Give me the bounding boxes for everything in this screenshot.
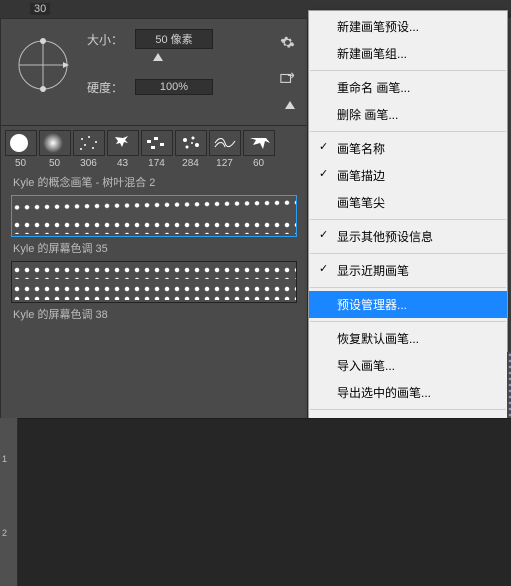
menu-rename[interactable]: 重命名 画笔... [309,74,507,101]
menu-separator [310,219,506,220]
stroke-caption: Kyle 的屏幕色调 35 [11,237,297,259]
menu-new-group[interactable]: 新建画笔组... [309,40,507,67]
menu-delete[interactable]: 删除 画笔... [309,101,507,128]
menu-brush-tip[interactable]: 画笔笔尖 [309,189,507,216]
vertical-ruler: 1 2 [0,418,18,586]
menu-separator [310,321,506,322]
brush-thumb-row: 50 50 306 43 174 284 127 60 [1,125,307,169]
menu-import[interactable]: 导入画笔... [309,352,507,379]
hardness-value[interactable]: 100% [135,79,213,95]
brush-thumb[interactable]: 60 [242,130,275,169]
size-value[interactable]: 50 像素 [135,29,213,49]
menu-preset-manager[interactable]: 预设管理器... [309,291,507,318]
brush-thumb[interactable]: 127 [208,130,241,169]
brush-panel: 大小： 50 像素 硬度： 100% 50 [0,18,308,428]
brush-angle-preview[interactable] [11,33,75,97]
hardness-label: 硬度： [83,79,123,96]
brush-thumb[interactable]: 306 [72,130,105,169]
menu-separator [310,131,506,132]
menu-separator [310,287,506,288]
menu-export[interactable]: 导出选中的画笔... [309,379,507,406]
arrow-icon[interactable] [277,69,297,87]
right-dotted-strip [507,352,511,422]
brush-thumb[interactable]: 50 [4,130,37,169]
menu-separator [310,70,506,71]
menu-new-preset[interactable]: 新建画笔预设... [309,13,507,40]
menu-separator [310,409,506,410]
brush-thumb[interactable]: 43 [106,130,139,169]
hardness-slider[interactable] [135,101,293,115]
brush-thumb[interactable]: 284 [174,130,207,169]
menu-show-info[interactable]: 显示其他预设信息 [309,223,507,250]
menu-brush-stroke[interactable]: 画笔描边 [309,162,507,189]
stroke-caption: Kyle 的屏幕色调 38 [11,303,297,325]
canvas-area[interactable] [18,418,511,586]
brush-thumb[interactable]: 174 [140,130,173,169]
gear-icon[interactable] [277,33,297,51]
stroke-caption-prev: Kyle 的概念画笔 - 树叶混合 2 [11,171,297,193]
brush-stroke-list: Kyle 的概念画笔 - 树叶混合 2 Kyle 的屏幕色调 35 Kyle 的… [1,169,307,327]
size-slider[interactable] [135,53,293,67]
brush-thumb[interactable]: 50 [38,130,71,169]
top-value: 30 [30,3,50,15]
stroke-item[interactable]: Kyle 的屏幕色调 35 [11,195,297,259]
menu-restore[interactable]: 恢复默认画笔... [309,325,507,352]
menu-brush-name[interactable]: 画笔名称 [309,135,507,162]
menu-separator [310,253,506,254]
menu-show-recent[interactable]: 显示近期画笔 [309,257,507,284]
stroke-item[interactable]: Kyle 的屏幕色调 38 [11,261,297,325]
size-label: 大小： [83,31,123,48]
